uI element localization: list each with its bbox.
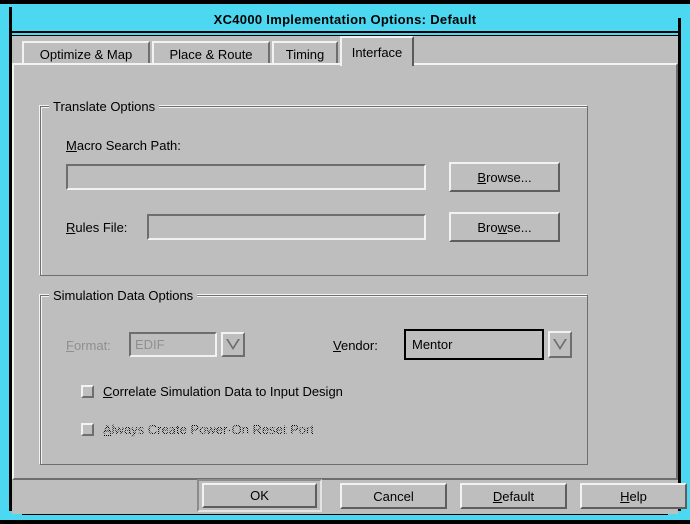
tab-label: Timing <box>285 46 325 62</box>
tab-place-and-route[interactable]: Place & Route <box>152 41 270 65</box>
rules-file-label: Rules File: <box>66 220 127 235</box>
tab-optimize-and-map[interactable]: Optimize & Map <box>22 41 150 65</box>
vendor-label: Vendor: <box>333 338 378 353</box>
format-label: Format: <box>66 338 111 353</box>
dialog-client-area: Optimize & Map Place & Route Timing Inte… <box>12 36 687 514</box>
group-title-translate-options: Translate Options <box>49 99 160 114</box>
group-title-simulation-data-options: Simulation Data Options <box>49 288 198 303</box>
tab-panel-interface: Translate Options Macro Search Path: Bro… <box>12 63 678 480</box>
browse-button-label-post: rowse... <box>486 169 532 185</box>
macro-search-path-label-text: acro Search Path: <box>76 138 181 153</box>
vendor-combobox-arrow[interactable] <box>548 331 572 358</box>
window-border-right[interactable] <box>681 4 690 520</box>
format-label-text: ormat: <box>73 338 111 353</box>
tab-label: Place & Route <box>169 46 253 62</box>
help-button-mnemonic: H <box>620 488 630 504</box>
group-translate-options: Translate Options Macro Search Path: Bro… <box>40 99 588 276</box>
window-title: XC4000 Implementation Options: Default <box>213 11 477 27</box>
help-button-label: elp <box>629 488 647 504</box>
power-on-reset-mnemonic: A <box>103 422 112 437</box>
vendor-value: Mentor <box>412 337 453 352</box>
macro-search-path-label: Macro Search Path: <box>66 138 181 153</box>
format-mnemonic: F <box>66 338 74 353</box>
cancel-button[interactable]: Cancel <box>340 483 447 509</box>
format-combobox-arrow[interactable] <box>221 332 245 357</box>
tab-label: Optimize & Map <box>39 46 133 62</box>
format-value: EDIF <box>135 337 165 352</box>
always-create-power-on-reset-port-label: Always Create Power-On Reset Port <box>102 421 315 438</box>
window-border-left[interactable] <box>0 4 9 520</box>
tab-strip: Optimize & Map Place & Route Timing Inte… <box>12 36 678 66</box>
vendor-combobox[interactable]: Mentor <box>408 333 540 356</box>
tab-interface[interactable]: Interface <box>340 36 414 66</box>
correlate-simulation-data-label: Correlate Simulation Data to Input Desig… <box>103 384 343 399</box>
default-button-label: efault <box>502 488 535 504</box>
correlate-simulation-data-checkbox[interactable]: Correlate Simulation Data to Input Desig… <box>81 384 343 399</box>
macro-search-path-mnemonic: M <box>66 138 77 153</box>
rules-file-label-text: ules File: <box>75 220 128 235</box>
ok-button[interactable]: OK <box>202 483 317 508</box>
checkbox-indicator[interactable] <box>81 385 94 398</box>
always-create-power-on-reset-port-checkbox: Always Create Power-On Reset Port <box>81 421 315 438</box>
vendor-mnemonic: V <box>333 338 341 353</box>
chevron-down-icon <box>226 339 240 350</box>
browse-button-label-pre: Bro <box>477 219 498 235</box>
window-frame: XC4000 Implementation Options: Default O… <box>0 0 690 524</box>
browse-rules-file-button[interactable]: Bro w se... <box>449 212 560 242</box>
group-simulation-data-options: Simulation Data Options Format: EDIF Ven… <box>40 288 588 465</box>
help-button[interactable]: Help <box>580 483 687 509</box>
title-bar-divider <box>12 33 678 35</box>
power-on-reset-label-text: lways Create Power-On Reset Port <box>111 422 314 437</box>
rules-file-input[interactable] <box>147 214 426 240</box>
chevron-down-icon <box>553 339 567 350</box>
cancel-button-label: Cancel <box>373 488 414 504</box>
rules-file-mnemonic: R <box>66 220 76 235</box>
browse-button-mnemonic: B <box>477 169 487 185</box>
browse-button-mnemonic: w <box>497 219 508 235</box>
vendor-label-text: endor: <box>340 338 378 353</box>
browse-macro-search-path-button[interactable]: Browse... <box>449 162 560 192</box>
tab-label: Interface <box>351 44 403 60</box>
default-button[interactable]: Default <box>460 483 567 509</box>
window-border-bottom[interactable] <box>9 515 681 520</box>
checkbox-indicator <box>81 423 94 436</box>
browse-button-label-post: se... <box>507 219 532 235</box>
format-combobox[interactable]: EDIF <box>129 332 217 357</box>
macro-search-path-input[interactable] <box>66 164 426 190</box>
title-bar[interactable]: XC4000 Implementation Options: Default <box>12 7 678 31</box>
correlate-mnemonic: C <box>103 384 113 399</box>
default-button-mnemonic: D <box>492 488 503 504</box>
ok-button-label: OK <box>250 488 269 503</box>
tab-timing[interactable]: Timing <box>272 41 338 65</box>
correlate-label-text: orrelate Simulation Data to Input Design <box>112 384 343 399</box>
